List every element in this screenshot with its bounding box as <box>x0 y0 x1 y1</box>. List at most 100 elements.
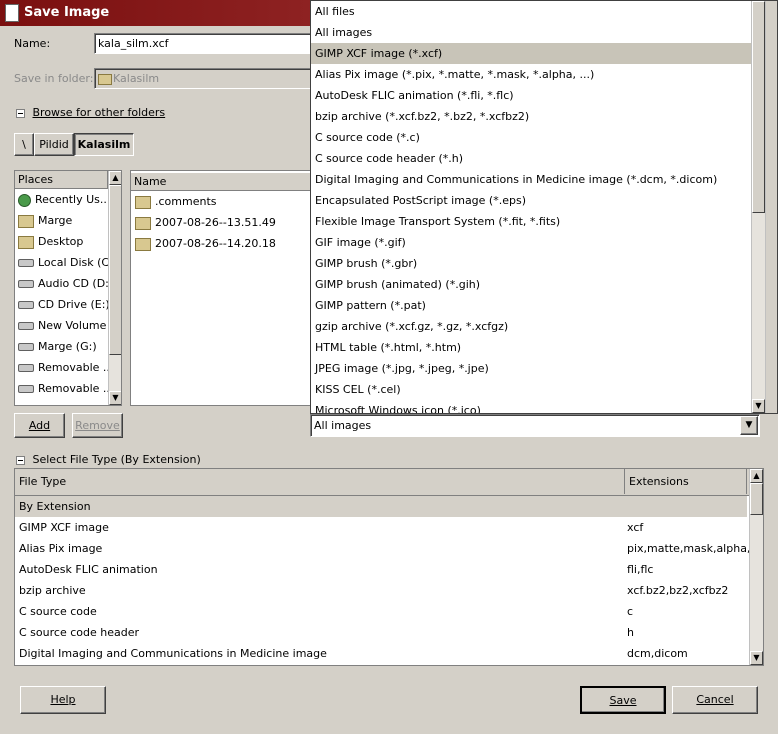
filter-menu-item[interactable]: GIMP XCF image (*.xcf) <box>311 43 751 64</box>
cancel-button[interactable]: Cancel <box>672 686 758 714</box>
file-list-item[interactable]: .comments <box>132 191 311 212</box>
path-button-pildid[interactable]: Pildid <box>34 133 74 156</box>
file-type-name: C source code header <box>19 626 139 639</box>
file-type-expander[interactable]: Select File Type (By Extension) <box>16 453 201 466</box>
scroll-down-arrow-icon[interactable]: ▼ <box>109 391 121 405</box>
cancel-label: Cancel <box>696 693 734 706</box>
places-header[interactable]: Places <box>15 171 108 189</box>
filter-menu-item[interactable]: JPEG image (*.jpg, *.jpeg, *.jpe) <box>311 358 751 379</box>
col-file-type-label: File Type <box>19 475 67 488</box>
folder-icon <box>135 195 151 209</box>
file-type-name: GIMP XCF image <box>19 521 109 534</box>
disk-icon <box>18 322 34 330</box>
sidebar-item-place[interactable]: Marge <box>15 210 108 231</box>
col-file-type-header[interactable]: File Type <box>15 469 625 494</box>
chevron-down-icon[interactable]: ▼ <box>740 416 758 435</box>
file-type-row[interactable]: Alias Pix image pix,matte,mask,alpha,als <box>15 538 763 559</box>
add-label: Add <box>28 419 51 432</box>
filter-menu-item[interactable]: GIMP brush (animated) (*.gih) <box>311 274 751 295</box>
disk-icon <box>18 301 34 309</box>
save-button[interactable]: Save <box>580 686 666 714</box>
file-type-table[interactable]: File Type Extensions By Extension GIMP XC… <box>14 468 764 666</box>
file-type-row[interactable]: GIMP XCF image xcf <box>15 517 747 538</box>
browse-label: Browse for other folders <box>32 106 166 119</box>
path-button-kalasilm[interactable]: Kalasilm <box>74 133 134 156</box>
places-scrollbar[interactable]: ▲ ▼ <box>108 171 121 405</box>
file-type-row[interactable]: bzip archive xcf.bz2,bz2,xcfbz2 <box>15 580 747 601</box>
disk-icon <box>18 343 34 351</box>
folder-icon <box>18 235 34 249</box>
filter-menu-item[interactable]: AutoDesk FLIC animation (*.fli, *.flc) <box>311 85 751 106</box>
filter-menu-item[interactable]: Alias Pix image (*.pix, *.matte, *.mask,… <box>311 64 751 85</box>
recent-icon <box>18 193 31 207</box>
scroll-up-arrow-icon[interactable]: ▲ <box>109 171 121 185</box>
filter-menu-item[interactable]: C source code header (*.h) <box>311 148 751 169</box>
filter-menu-item[interactable]: All images <box>311 22 751 43</box>
place-label: Desktop <box>38 235 84 248</box>
filter-menu-item[interactable]: bzip archive (*.xcf.bz2, *.bz2, *.xcfbz2… <box>311 106 751 127</box>
scroll-up-arrow-icon[interactable]: ▲ <box>750 469 763 483</box>
name-input[interactable]: kala_silm.xcf <box>94 33 314 54</box>
file-type-name: AutoDesk FLIC animation <box>19 563 158 576</box>
popup-outer-scroll <box>765 1 777 413</box>
remove-bookmark-button: Remove <box>72 413 123 438</box>
scroll-down-arrow-icon[interactable]: ▼ <box>750 651 763 665</box>
files-name-header[interactable]: Name <box>131 173 311 191</box>
file-type-extensions: fli,flc <box>627 563 654 576</box>
file-type-row[interactable]: By Extension <box>15 496 747 517</box>
file-filter-combo[interactable]: All images ▼ <box>310 414 760 437</box>
filter-menu-item[interactable]: gzip archive (*.xcf.gz, *.gz, *.xcfgz) <box>311 316 751 337</box>
file-type-name: By Extension <box>19 500 91 513</box>
places-panel[interactable]: Places Recently Us... Marge Desktop Local D… <box>14 170 122 406</box>
filter-menu-item[interactable]: GIMP brush (*.gbr) <box>311 253 751 274</box>
add-bookmark-button[interactable]: Add <box>14 413 65 438</box>
file-type-row[interactable]: Digital Imaging and Communications in Me… <box>15 643 747 664</box>
filter-menu-item[interactable]: All files <box>311 1 751 22</box>
filter-menu-item[interactable]: KISS CEL (*.cel) <box>311 379 751 400</box>
filter-menu-item[interactable]: GIF image (*.gif) <box>311 232 751 253</box>
sidebar-item-place[interactable]: Removable ... <box>15 357 113 378</box>
scroll-thumb[interactable] <box>750 483 763 515</box>
filter-menu-item[interactable]: Flexible Image Transport System (*.fit, … <box>311 211 751 232</box>
sidebar-item-place[interactable]: Desktop <box>15 231 108 252</box>
file-list-item[interactable]: 2007-08-26--13.51.49 <box>132 212 311 233</box>
files-panel[interactable]: Name .comments 2007-08-26--13.51.49 2007-0… <box>130 170 312 406</box>
sidebar-item-place[interactable]: New Volume ... <box>15 315 120 336</box>
place-label: Local Disk (C:) <box>38 256 118 269</box>
sidebar-item-place[interactable]: Removable ... <box>15 378 113 399</box>
scroll-down-arrow-icon[interactable]: ▼ <box>752 399 765 413</box>
popup-scroll-thumb[interactable] <box>752 1 765 213</box>
sidebar-item-place[interactable]: Local Disk (C:) <box>15 252 117 273</box>
filter-menu-item[interactable]: Digital Imaging and Communications in Me… <box>311 169 751 190</box>
file-type-header-row: File Type Extensions <box>15 469 763 496</box>
sidebar-item-place[interactable]: Audio CD (D:) <box>15 273 113 294</box>
sidebar-item-place[interactable]: CD Drive (E:) <box>15 294 110 315</box>
place-label: Removable ... <box>38 382 114 395</box>
file-type-extensions: xcf.bz2,bz2,xcfbz2 <box>627 584 729 597</box>
file-type-extensions: xcf <box>627 521 644 534</box>
browse-expander[interactable]: Browse for other folders <box>16 106 165 119</box>
filter-menu-item[interactable]: C source code (*.c) <box>311 127 751 148</box>
sidebar-item-place[interactable]: Recently Us... <box>15 189 110 210</box>
scroll-thumb[interactable] <box>109 185 121 355</box>
places-header-label: Places <box>18 173 53 186</box>
filter-menu-item[interactable]: GIMP pattern (*.pat) <box>311 295 751 316</box>
file-list-item[interactable]: 2007-08-26--14.20.18 <box>132 233 311 254</box>
folder-icon <box>18 214 34 228</box>
file-type-name: Alias Pix image <box>19 542 103 555</box>
filter-menu-item[interactable]: Microsoft Windows icon (*.ico) <box>311 400 751 413</box>
file-type-row[interactable]: AutoDesk FLIC animation fli,flc <box>15 559 747 580</box>
file-filter-popup[interactable]: All files All images GIMP XCF image (*.xcf… <box>310 0 778 414</box>
help-button[interactable]: Help <box>20 686 106 714</box>
sidebar-item-place[interactable]: Marge (G:) <box>15 336 108 357</box>
file-type-scrollbar[interactable]: ▲ ▼ <box>749 469 763 665</box>
col-extensions-header[interactable]: Extensions <box>625 469 747 494</box>
file-type-name: C source code <box>19 605 97 618</box>
place-label: Audio CD (D:) <box>38 277 114 290</box>
filter-menu-item[interactable]: HTML table (*.html, *.htm) <box>311 337 751 358</box>
path-root-button[interactable]: \ <box>14 133 34 156</box>
filter-menu-item[interactable]: Encapsulated PostScript image (*.eps) <box>311 190 751 211</box>
popup-scrollbar[interactable]: ▼ <box>751 1 766 413</box>
file-type-row[interactable]: C source code header h <box>15 622 747 643</box>
file-type-row[interactable]: C source code c <box>15 601 747 622</box>
